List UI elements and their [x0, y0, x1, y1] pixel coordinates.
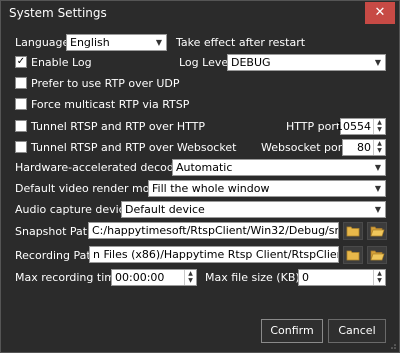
http-port-value: 10554 [336, 120, 371, 133]
cancel-button[interactable]: Cancel [328, 319, 386, 343]
tunnel-websocket-label: Tunnel RTSP and RTP over Websocket [31, 141, 237, 154]
spin-arrows-icon[interactable]: ▲ ▼ [373, 119, 385, 134]
folder-icon [346, 250, 360, 261]
language-label: Language [15, 36, 70, 49]
recording-path-label: Recording Path [15, 249, 98, 262]
tunnel-websocket-checkbox[interactable] [15, 141, 27, 153]
prefer-udp-label: Prefer to use RTP over UDP [31, 77, 180, 90]
log-level-label: Log Level [179, 56, 232, 69]
enable-log-label: Enable Log [31, 56, 92, 69]
snapshot-path-input[interactable]: C:/happytimesoft/RtspClient/Win32/Debug/… [88, 222, 339, 239]
hw-decoding-select[interactable]: Automatic ▼ [172, 159, 386, 176]
confirm-button[interactable]: Confirm [261, 319, 323, 343]
snapshot-browse-button[interactable] [343, 222, 363, 240]
snapshot-path-value: C:/happytimesoft/RtspClient/Win32/Debug/… [92, 224, 339, 237]
hw-decoding-label: Hardware-accelerated decoding [15, 161, 191, 174]
tunnel-http-checkbox[interactable] [15, 120, 27, 132]
websocket-port-spinner[interactable]: 80 ▲ ▼ [342, 139, 386, 156]
force-multicast-checkbox[interactable] [15, 98, 27, 110]
max-size-label: Max file size (KB) [205, 271, 300, 284]
language-value: English [70, 36, 110, 49]
max-time-label: Max recording time [15, 271, 122, 284]
audio-device-select[interactable]: Default device ▼ [121, 201, 386, 218]
recording-path-value: n Files (x86)/Happytime Rtsp Client/Rtsp… [93, 248, 338, 261]
http-port-label: HTTP port [286, 120, 341, 133]
websocket-port-value: 80 [357, 141, 371, 154]
audio-device-label: Audio capture device [15, 203, 132, 216]
chevron-down-icon: ▼ [155, 38, 163, 47]
recording-browse-button[interactable] [343, 246, 363, 264]
close-button[interactable]: ✕ [365, 2, 395, 24]
max-time-spinner[interactable]: 00:00:00 ▲ ▼ [111, 269, 197, 286]
chevron-down-icon: ▼ [374, 58, 382, 67]
snapshot-open-button[interactable] [367, 222, 387, 240]
language-select[interactable]: English ▼ [66, 34, 167, 51]
max-time-value: 00:00:00 [115, 271, 165, 284]
prefer-udp-checkbox[interactable] [15, 77, 27, 89]
max-size-value: 0 [302, 271, 309, 284]
chevron-down-icon: ▼ [374, 163, 382, 172]
spin-arrows-icon[interactable]: ▲ ▼ [373, 270, 385, 285]
max-size-spinner[interactable]: 0 ▲ ▼ [298, 269, 386, 286]
chevron-down-icon: ▼ [374, 205, 382, 214]
render-mode-value: Fill the whole window [152, 182, 270, 195]
recording-path-input[interactable]: n Files (x86)/Happytime Rtsp Client/Rtsp… [89, 246, 339, 263]
chevron-down-icon: ▼ [374, 184, 382, 193]
folder-open-icon [370, 250, 385, 261]
http-port-spinner[interactable]: 10554 ▲ ▼ [336, 118, 386, 135]
hw-decoding-value: Automatic [176, 161, 233, 174]
folder-icon [346, 226, 360, 237]
resize-grip-icon[interactable] [387, 340, 397, 350]
settings-dialog: System Settings ✕ Language English ▼ Tak… [0, 0, 400, 353]
spin-arrows-icon[interactable]: ▲ ▼ [373, 140, 385, 155]
log-level-select[interactable]: DEBUG ▼ [227, 54, 386, 71]
spin-arrows-icon[interactable]: ▲ ▼ [184, 270, 196, 285]
restart-note: Take effect after restart [176, 36, 306, 49]
snapshot-path-label: Snapshot Path [15, 225, 95, 238]
window-title: System Settings [9, 6, 107, 20]
recording-open-button[interactable] [367, 246, 387, 264]
render-mode-select[interactable]: Fill the whole window ▼ [148, 180, 386, 197]
force-multicast-label: Force multicast RTP via RTSP [31, 98, 190, 111]
enable-log-checkbox[interactable]: ✓ [15, 56, 27, 68]
log-level-value: DEBUG [231, 56, 271, 69]
websocket-port-label: Websocket port [261, 141, 347, 154]
render-mode-label: Default video render mode [15, 182, 164, 195]
tunnel-http-label: Tunnel RTSP and RTP over HTTP [31, 120, 206, 133]
folder-open-icon [370, 226, 385, 237]
close-icon: ✕ [374, 5, 386, 20]
audio-device-value: Default device [125, 203, 205, 216]
title-bar[interactable]: System Settings ✕ [1, 1, 399, 25]
